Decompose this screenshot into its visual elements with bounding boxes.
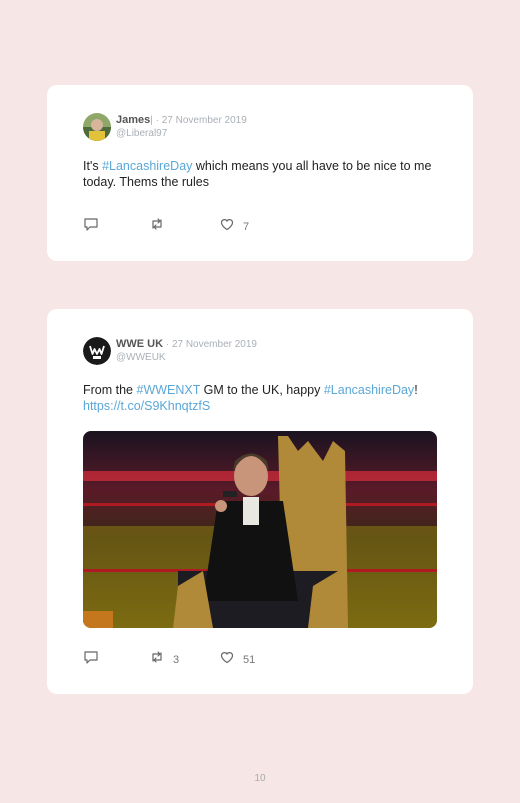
tweet-actions: 3 51 [83,649,383,666]
retweet-button[interactable]: 3 [149,649,179,670]
tweet-photo[interactable] [83,431,437,628]
retweet-count: 3 [173,653,180,666]
retweet-button[interactable] [149,216,173,237]
hashtag-link[interactable]: #WWENXT [137,383,201,397]
tweet-text: It's #LancashireDay which means you all … [83,158,443,190]
tweet-card-1: James| · 27 November 2019 @Liberal97 It'… [47,85,473,261]
reply-button[interactable] [83,216,107,237]
tweet-text-part: ! [414,383,418,397]
avatar[interactable] [83,113,111,141]
tweet-actions: 7 [83,216,383,233]
hashtag-link[interactable]: #LancashireDay [324,383,414,397]
author-name[interactable]: James [116,114,150,126]
tweet-date[interactable]: 27 November 2019 [172,339,257,350]
like-button[interactable]: 7 [219,216,249,237]
separator: · [163,339,172,350]
separator: | · [150,115,162,126]
like-icon [219,649,235,670]
reply-button[interactable] [83,649,107,670]
tweet-header: WWE UK · 27 November 2019 @WWEUK [83,337,443,365]
tweet-text-part: GM to the UK, happy [200,383,324,397]
tweet-date[interactable]: 27 November 2019 [162,115,247,126]
tweet-text-part: From the [83,383,137,397]
tweet-text-part: It's [83,159,103,173]
like-count: 51 [243,653,256,666]
reply-icon [83,216,99,237]
tweet-header: James| · 27 November 2019 @Liberal97 [83,113,443,141]
retweet-icon [149,216,165,237]
author-handle[interactable]: @WWEUK [116,351,257,364]
like-button[interactable]: 51 [219,649,255,670]
avatar[interactable] [83,337,111,365]
tweet-text: From the #WWENXT GM to the UK, happy #La… [83,382,443,414]
retweet-icon [149,649,165,670]
page-number: 10 [254,773,266,784]
tweet-card-2: WWE UK · 27 November 2019 @WWEUK From th… [47,309,473,694]
hashtag-link[interactable]: #LancashireDay [102,159,192,173]
like-icon [219,216,235,237]
author-handle[interactable]: @Liberal97 [116,127,247,140]
author-name[interactable]: WWE UK [116,338,163,350]
like-count: 7 [243,220,250,233]
reply-icon [83,649,99,670]
url-link[interactable]: https://t.co/S9KhnqtzfS [83,399,210,413]
